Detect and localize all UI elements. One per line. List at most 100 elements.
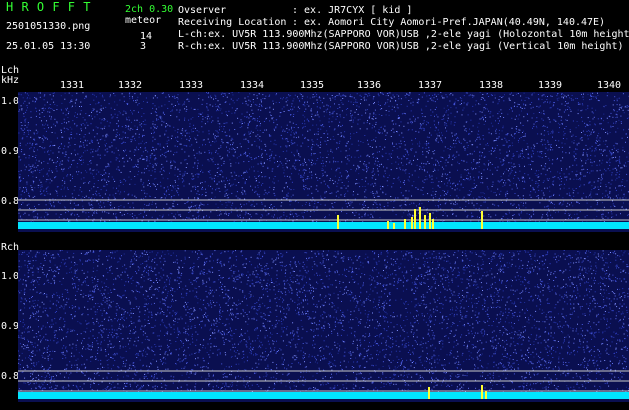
noise-speck	[236, 157, 238, 159]
noise-speck	[104, 179, 106, 181]
noise-speck	[586, 123, 588, 125]
noise-speck	[387, 177, 389, 178]
noise-speck	[42, 124, 44, 126]
noise-speck	[435, 196, 437, 197]
noise-speck	[353, 191, 354, 193]
noise-speck	[549, 107, 551, 109]
noise-speck	[352, 104, 354, 105]
noise-speck	[619, 156, 621, 158]
noise-speck	[233, 183, 235, 185]
noise-speck	[500, 161, 502, 163]
noise-speck	[112, 207, 113, 209]
noise-speck	[451, 164, 453, 166]
noise-speck	[164, 104, 166, 106]
noise-speck	[419, 141, 420, 143]
noise-speck	[498, 133, 500, 135]
noise-speck	[334, 98, 336, 100]
noise-speck	[522, 150, 523, 152]
noise-speck	[142, 216, 144, 218]
noise-speck	[599, 164, 601, 166]
noise-speck	[478, 177, 479, 179]
noise-speck	[26, 109, 28, 111]
noise-speck	[69, 174, 71, 176]
noise-speck	[44, 195, 46, 196]
noise-speck	[54, 125, 56, 127]
noise-speck	[177, 141, 179, 142]
noise-speck	[387, 99, 389, 101]
noise-speck	[422, 194, 424, 196]
noise-speck	[582, 99, 584, 101]
noise-speck	[83, 152, 84, 154]
noise-speck	[146, 193, 148, 195]
noise-speck	[332, 111, 334, 113]
noise-speck	[617, 127, 619, 129]
noise-speck	[530, 191, 532, 193]
noise-speck	[374, 163, 376, 165]
noise-speck	[284, 197, 286, 199]
noise-speck	[192, 178, 194, 180]
noise-speck	[95, 173, 97, 175]
noise-speck	[481, 196, 483, 197]
noise-speck	[615, 160, 617, 162]
noise-speck	[244, 181, 246, 183]
noise-speck	[176, 190, 178, 192]
noise-speck	[449, 156, 450, 158]
noise-speck	[328, 121, 330, 123]
noise-speck	[203, 217, 204, 219]
noise-speck	[569, 146, 571, 148]
noise-speck	[425, 176, 427, 177]
noise-speck	[391, 97, 393, 99]
noise-speck	[344, 195, 346, 197]
noise-speck	[586, 202, 588, 204]
noise-speck	[463, 125, 465, 127]
noise-speck	[507, 179, 509, 181]
noise-speck	[401, 216, 403, 218]
noise-speck	[364, 212, 366, 214]
noise-speck	[320, 100, 322, 102]
noise-speck	[245, 193, 247, 195]
noise-speck	[369, 113, 371, 115]
noise-speck	[265, 145, 267, 147]
noise-speck	[230, 185, 232, 187]
noise-speck	[433, 120, 435, 122]
noise-speck	[117, 120, 119, 122]
noise-speck	[300, 175, 301, 177]
noise-speck	[107, 196, 109, 198]
noise-speck	[131, 194, 133, 196]
noise-speck	[261, 164, 263, 166]
noise-speck	[543, 125, 545, 127]
noise-speck	[68, 92, 70, 94]
noise-speck	[93, 183, 95, 185]
noise-speck	[92, 204, 93, 206]
noise-speck	[26, 98, 28, 100]
noise-speck	[505, 182, 507, 184]
noise-speck	[51, 170, 53, 172]
noise-speck	[317, 111, 318, 113]
noise-speck	[68, 167, 70, 169]
noise-speck	[282, 138, 284, 140]
noise-speck	[407, 214, 409, 216]
noise-speck	[589, 194, 591, 196]
noise-speck	[97, 127, 99, 129]
noise-speck	[433, 168, 435, 170]
noise-speck	[602, 197, 603, 199]
noise-speck	[52, 108, 54, 110]
noise-speck	[615, 117, 617, 118]
noise-speck	[145, 142, 147, 144]
noise-speck	[513, 183, 515, 185]
noise-speck	[235, 162, 237, 164]
noise-speck	[254, 158, 255, 160]
noise-speck	[302, 95, 304, 97]
noise-speck	[609, 187, 611, 189]
noise-speck	[287, 99, 289, 101]
noise-speck	[487, 142, 488, 144]
noise-speck	[518, 129, 520, 131]
noise-speck	[477, 133, 479, 135]
noise-speck	[190, 190, 192, 192]
noise-speck	[587, 93, 589, 95]
noise-speck	[375, 158, 377, 160]
noise-speck	[162, 166, 164, 168]
noise-speck	[513, 163, 515, 165]
noise-speck	[461, 114, 463, 116]
noise-speck	[314, 133, 315, 135]
